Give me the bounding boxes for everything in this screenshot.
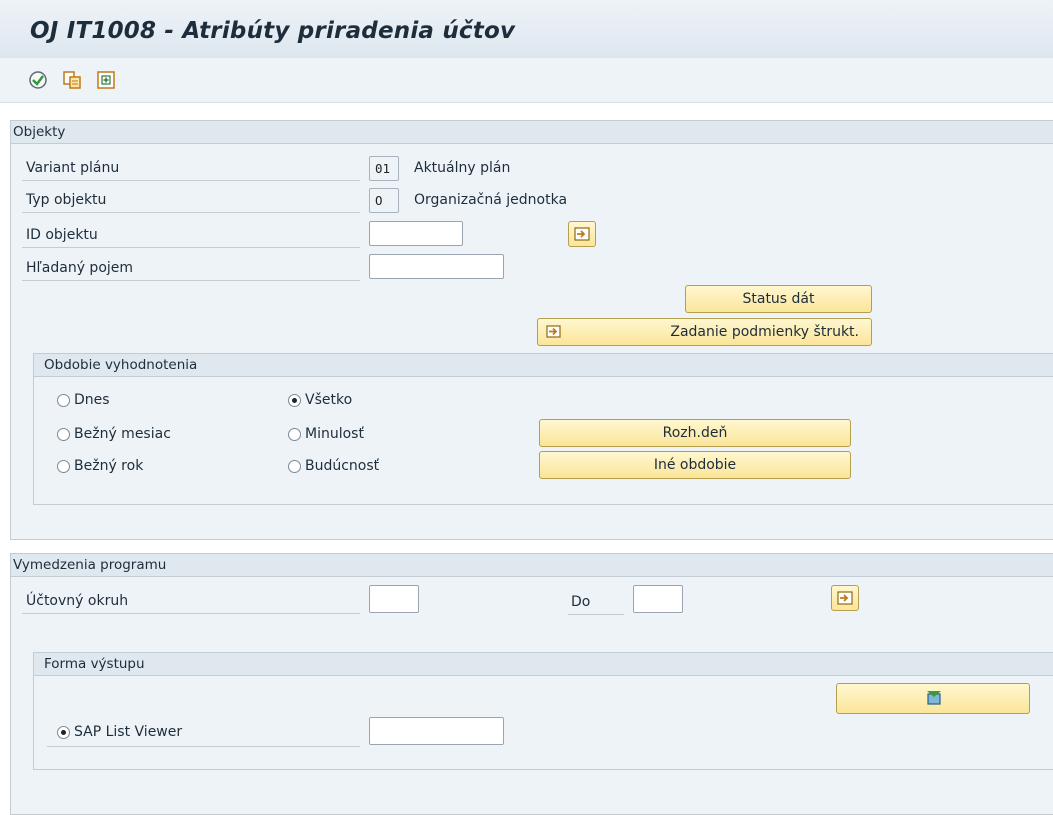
radio-label: Budúcnosť (305, 458, 380, 474)
divider (568, 614, 624, 615)
title-bar: OJ IT1008 - Atribúty priradenia účtov (0, 0, 1053, 59)
key-date-button[interactable]: Rozh.deň (539, 419, 851, 447)
radio-past[interactable]: Minulosť (288, 423, 364, 445)
layout-button[interactable] (836, 683, 1030, 714)
radio-label: Bežný mesiac (74, 426, 171, 442)
status-data-button[interactable]: Status dát (685, 285, 872, 313)
radio-label: Minulosť (305, 426, 364, 442)
output-form-title: Forma výstupu (34, 653, 1053, 676)
evaluation-period-title: Obdobie vyhodnotenia (34, 354, 1053, 377)
object-type-text: Organizačná jednotka (414, 192, 568, 208)
company-code-label: Účtovný okruh (26, 593, 129, 609)
multiple-selection-icon (574, 227, 590, 241)
execute-icon[interactable] (28, 70, 48, 90)
multiple-selection-button[interactable] (831, 585, 859, 611)
divider (22, 280, 360, 281)
structure-condition-label: Zadanie podmienky štrukt. (670, 324, 859, 340)
plan-variant-field[interactable]: 01 (369, 156, 399, 181)
radio-label: Dnes (74, 392, 110, 408)
layout-icon (927, 691, 941, 705)
radio-all[interactable]: Všetko (288, 389, 352, 411)
divider (22, 613, 360, 614)
divider (22, 247, 360, 248)
to-label: Do (571, 594, 591, 610)
selection-options-icon[interactable] (96, 70, 116, 90)
company-code-input[interactable] (369, 585, 419, 613)
divider (22, 212, 360, 213)
object-type-label: Typ objektu (26, 192, 107, 208)
program-delimitations-title: Vymedzenia programu (11, 554, 1053, 577)
radio-circle-selected (57, 725, 70, 739)
radio-circle (288, 459, 301, 473)
radio-circle (288, 427, 301, 441)
structure-condition-button[interactable]: Zadanie podmienky štrukt. (537, 318, 872, 346)
page-title: OJ IT1008 - Atribúty priradenia účtov (30, 18, 516, 44)
divider (22, 180, 360, 181)
radio-future[interactable]: Budúcnosť (288, 455, 379, 477)
layout-variant-input[interactable] (369, 717, 504, 745)
search-term-input[interactable] (369, 254, 504, 279)
radio-label: Bežný rok (74, 458, 144, 474)
radio-label: SAP List Viewer (74, 724, 183, 740)
radio-circle-selected (288, 393, 301, 407)
multiple-selection-button[interactable] (568, 221, 596, 247)
radio-current-year[interactable]: Bežný rok (57, 455, 143, 477)
application-toolbar (0, 58, 1053, 103)
other-period-button[interactable]: Iné obdobie (539, 451, 851, 479)
radio-circle (57, 459, 70, 473)
radio-circle (57, 427, 70, 441)
company-code-to-input[interactable] (633, 585, 683, 613)
plan-variant-label: Variant plánu (26, 160, 120, 176)
plan-variant-text: Aktuálny plán (414, 160, 511, 176)
get-variant-icon[interactable] (62, 70, 82, 90)
radio-today[interactable]: Dnes (57, 389, 110, 411)
radio-sap-list-viewer[interactable]: SAP List Viewer (57, 721, 182, 743)
radio-label: Všetko (305, 392, 353, 408)
radio-circle (57, 393, 70, 407)
radio-current-month[interactable]: Bežný mesiac (57, 423, 171, 445)
object-id-label: ID objektu (26, 227, 98, 243)
multiple-selection-icon (837, 591, 853, 605)
divider (47, 746, 360, 747)
search-term-label: Hľadaný pojem (26, 260, 134, 276)
objects-group-title: Objekty (11, 121, 1053, 144)
object-id-input[interactable] (369, 221, 463, 246)
structure-condition-icon (546, 325, 561, 338)
object-type-field[interactable]: O (369, 188, 399, 213)
